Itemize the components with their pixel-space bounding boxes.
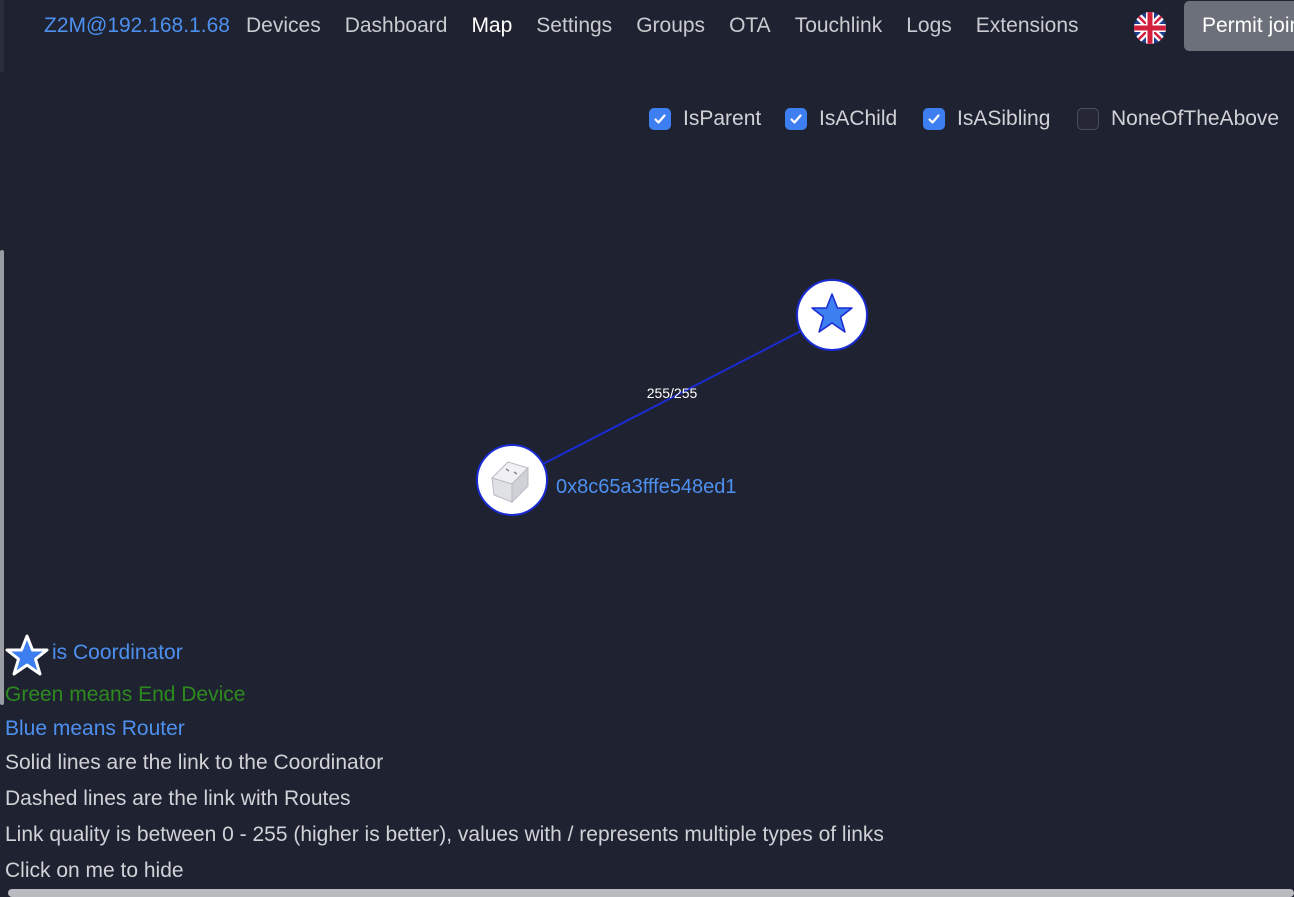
nav-groups[interactable]: Groups <box>624 14 717 38</box>
filter-label: IsParent <box>683 107 762 130</box>
filter-label: IsASibling <box>957 107 1051 130</box>
legend-end-device: Green means End Device <box>5 683 246 706</box>
nav-map[interactable]: Map <box>459 14 524 38</box>
horizontal-scrollbar[interactable] <box>8 889 1294 897</box>
network-map[interactable]: 255/255 0x8c65a3fffe548ed1 <box>0 150 1294 620</box>
uk-flag-icon[interactable] <box>1134 12 1166 44</box>
nav-dashboard[interactable]: Dashboard <box>333 14 460 38</box>
nav-settings[interactable]: Settings <box>524 14 624 38</box>
nav-links: Devices Dashboard Map Settings Groups OT… <box>234 14 1091 38</box>
link-quality-label: 255/255 <box>647 385 698 401</box>
nav-devices[interactable]: Devices <box>234 14 333 38</box>
brand-link[interactable]: Z2M@192.168.1.68 <box>44 14 230 38</box>
legend-solid-lines: Solid lines are the link to the Coordina… <box>5 751 384 774</box>
checkbox-checked[interactable] <box>649 108 671 130</box>
filter-isasibling[interactable]: IsASibling <box>923 104 1050 134</box>
checkmark-icon <box>654 114 666 124</box>
filter-label: IsAChild <box>819 107 898 130</box>
filter-noneoftheabove[interactable]: NoneOfTheAbove <box>1077 104 1279 134</box>
checkbox-unchecked[interactable] <box>1077 108 1099 130</box>
legend-router: Blue means Router <box>5 717 185 740</box>
nav-touchlink[interactable]: Touchlink <box>783 14 895 38</box>
checkbox-checked[interactable] <box>923 108 945 130</box>
nav-logs[interactable]: Logs <box>894 14 964 38</box>
device-label[interactable]: 0x8c65a3fffe548ed1 <box>556 476 737 498</box>
coordinator-node[interactable] <box>796 279 868 351</box>
legend-dashed-lines: Dashed lines are the link with Routes <box>5 787 351 810</box>
top-navbar: Z2M@192.168.1.68 Devices Dashboard Map S… <box>0 0 1294 54</box>
legend-link-quality: Link quality is between 0 - 255 (higher … <box>5 823 884 846</box>
filter-isparent[interactable]: IsParent <box>649 104 761 134</box>
link-filters: IsParent IsAChild IsASibling NoneOfTheAb… <box>0 104 1294 136</box>
device-node[interactable] <box>476 444 548 516</box>
permit-join-button[interactable]: Permit join <box>1184 1 1294 51</box>
checkmark-icon <box>928 114 940 124</box>
legend-coordinator: is Coordinator <box>52 641 183 664</box>
nav-ota[interactable]: OTA <box>717 14 783 38</box>
filter-isachild[interactable]: IsAChild <box>785 104 897 134</box>
filter-label: NoneOfTheAbove <box>1111 107 1280 130</box>
checkmark-icon <box>790 114 802 124</box>
checkbox-checked[interactable] <box>785 108 807 130</box>
nav-extensions[interactable]: Extensions <box>964 14 1091 38</box>
star-icon <box>5 634 49 676</box>
app-root: Z2M@192.168.1.68 Devices Dashboard Map S… <box>0 0 1294 897</box>
legend-hide[interactable]: Click on me to hide <box>5 859 184 883</box>
